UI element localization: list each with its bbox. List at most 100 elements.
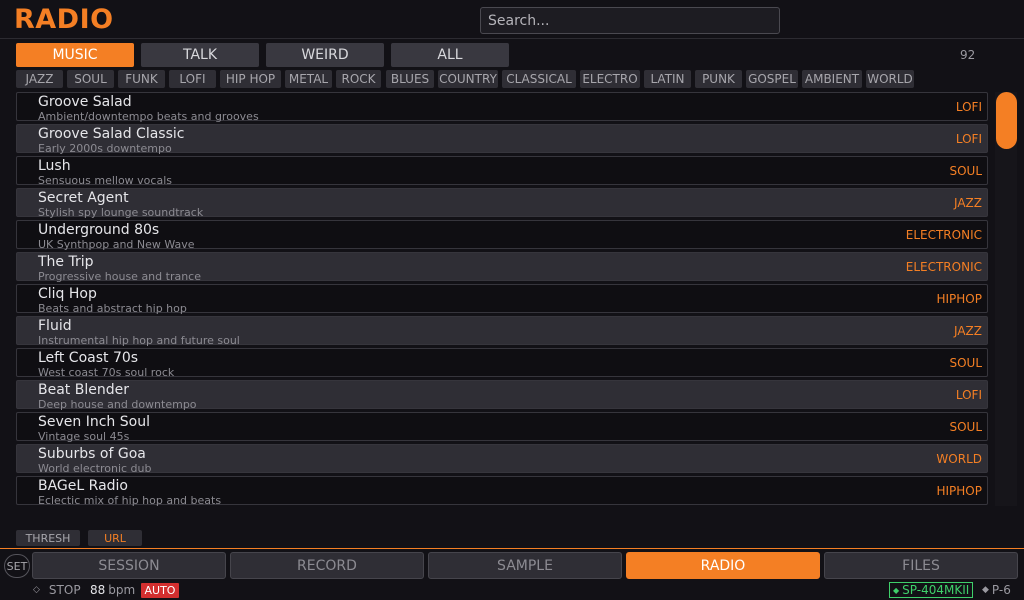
station-genre: WORLD [936,452,982,466]
bpm-unit: bpm [108,583,136,597]
genre-chip-soul[interactable]: SOUL [67,70,114,88]
genre-chip-world[interactable]: WORLD [866,70,914,88]
station-genre: HIPHOP [936,292,982,306]
station-name: Seven Inch Soul [38,414,150,430]
station-name: Secret Agent [38,190,129,206]
station-genre: JAZZ [954,196,982,210]
genre-chip-hip-hop[interactable]: HIP HOP [220,70,281,88]
genre-chip-metal[interactable]: METAL [285,70,332,88]
nav-tab-session[interactable]: SESSION [32,552,226,579]
station-row[interactable]: Seven Inch Soul Vintage soul 45s SOUL [16,412,988,443]
diamond-icon: ◇ [33,585,40,595]
diamond-icon: ◆ [982,585,989,595]
genre-chip-lofi[interactable]: LOFI [169,70,216,88]
diamond-icon: ◆ [893,585,900,595]
set-button[interactable]: SET [4,554,30,578]
transport-state: STOP [48,583,81,597]
station-name: The Trip [38,254,94,270]
station-description: Eclectic mix of hip hop and beats [38,494,222,507]
tab-all[interactable]: ALL [391,43,509,67]
genre-chip-electro[interactable]: ELECTRO [580,70,640,88]
station-description: West coast 70s soul rock [38,366,175,379]
nav-tab-record[interactable]: RECORD [230,552,424,579]
nav-tab-sample[interactable]: SAMPLE [428,552,622,579]
nav-tab-files[interactable]: FILES [824,552,1018,579]
scrollbar-thumb[interactable] [996,92,1017,149]
tab-talk[interactable]: TALK [141,43,259,67]
search-input[interactable] [480,7,780,34]
tempo-display[interactable]: 88 bpm [90,582,135,598]
genre-chip-rock[interactable]: ROCK [336,70,381,88]
tab-weird[interactable]: WEIRD [266,43,384,67]
station-description: Sensuous mellow vocals [38,174,172,187]
genre-chip-funk[interactable]: FUNK [118,70,165,88]
station-description: Progressive house and trance [38,270,201,283]
nav-tab-radio[interactable]: RADIO [626,552,820,579]
app-title: RADIO [14,4,114,35]
tab-music[interactable]: MUSIC [16,43,134,67]
genre-chip-ambient[interactable]: AMBIENT [802,70,862,88]
station-description: Deep house and downtempo [38,398,197,411]
url-button[interactable]: URL [88,530,142,546]
bpm-value: 88 [90,583,106,597]
scrollbar-track[interactable] [995,92,1017,506]
station-row[interactable]: Groove Salad Classic Early 2000s downtem… [16,124,988,155]
genre-chip-jazz[interactable]: JAZZ [16,70,63,88]
station-name: BAGeL Radio [38,478,128,494]
station-row[interactable]: Secret Agent Stylish spy lounge soundtra… [16,188,988,219]
station-name: Left Coast 70s [38,350,139,366]
genre-chip-blues[interactable]: BLUES [386,70,434,88]
genre-chip-latin[interactable]: LATIN [644,70,691,88]
genre-chip-gospel[interactable]: GOSPEL [746,70,798,88]
station-genre: SOUL [949,356,982,370]
station-description: Vintage soul 45s [38,430,130,443]
station-description: UK Synthpop and New Wave [38,238,195,251]
station-description: Instrumental hip hop and future soul [38,334,240,347]
header-divider [0,38,1024,39]
station-name: Underground 80s [38,222,160,238]
preset-indicator: ◆ P-6 [982,582,1011,598]
genre-chip-classical[interactable]: CLASSICAL [502,70,576,88]
station-row[interactable]: Fluid Instrumental hip hop and future so… [16,316,988,347]
station-name: Lush [38,158,71,174]
station-name: Groove Salad Classic [38,126,185,142]
station-row[interactable]: The Trip Progressive house and trance EL… [16,252,988,283]
station-genre: SOUL [949,164,982,178]
footer-divider [0,548,1024,549]
station-name: Cliq Hop [38,286,97,302]
station-row[interactable]: Beat Blender Deep house and downtempo LO… [16,380,988,411]
station-genre: LOFI [955,100,982,114]
station-row[interactable]: BAGeL Radio Eclectic mix of hip hop and … [16,476,988,507]
station-name: Beat Blender [38,382,129,398]
station-description: Beats and abstract hip hop [38,302,187,315]
station-row[interactable]: Suburbs of Goa World electronic dub WORL… [16,444,988,475]
station-row[interactable]: Left Coast 70s West coast 70s soul rock … [16,348,988,379]
preset-name: P-6 [991,583,1011,597]
genre-chip-punk[interactable]: PUNK [695,70,742,88]
station-count: 92 [960,48,976,62]
device-indicator: ◆ SP-404MKII [889,582,974,598]
station-description: Stylish spy lounge soundtrack [38,206,204,219]
station-description: Ambient/downtempo beats and grooves [38,110,259,123]
station-genre: JAZZ [954,324,982,338]
station-genre: LOFI [955,388,982,402]
station-row[interactable]: Lush Sensuous mellow vocals SOUL [16,156,988,187]
genre-chip-country[interactable]: COUNTRY [438,70,498,88]
station-genre: ELECTRONIC [905,260,982,274]
station-list: Groove Salad Ambient/downtempo beats and… [16,92,988,508]
station-genre: LOFI [955,132,982,146]
thresh-button[interactable]: THRESH [16,530,80,546]
station-name: Fluid [38,318,72,334]
station-genre: HIPHOP [936,484,982,498]
station-name: Suburbs of Goa [38,446,146,462]
station-genre: SOUL [949,420,982,434]
station-row[interactable]: Underground 80s UK Synthpop and New Wave… [16,220,988,251]
transport-status: ◇ STOP [33,582,81,598]
station-name: Groove Salad [38,94,132,110]
station-row[interactable]: Cliq Hop Beats and abstract hip hop HIPH… [16,284,988,315]
device-name: SP-404MKII [902,583,970,597]
auto-badge[interactable]: AUTO [141,583,179,598]
station-description: Early 2000s downtempo [38,142,172,155]
station-row[interactable]: Groove Salad Ambient/downtempo beats and… [16,92,988,123]
station-description: World electronic dub [38,462,152,475]
